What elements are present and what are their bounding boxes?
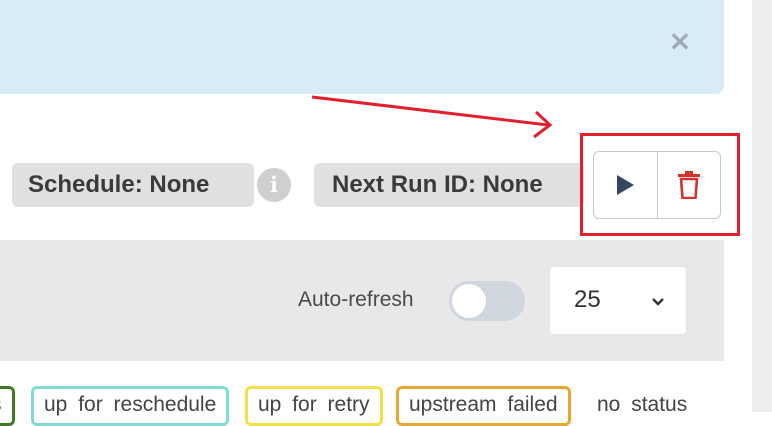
play-icon	[617, 175, 635, 195]
toggle-knob	[452, 284, 486, 318]
page-scrollbar-track[interactable]	[752, 0, 772, 412]
info-icon[interactable]: i	[257, 168, 291, 202]
auto-refresh-label: Auto-refresh	[298, 288, 414, 311]
schedule-badge: Schedule: None	[12, 163, 254, 207]
trash-icon	[677, 171, 700, 199]
delete-dag-button[interactable]	[656, 152, 721, 218]
legend-item-success[interactable]: s	[0, 386, 15, 426]
legend-item-up-for-retry[interactable]: up for retry	[245, 386, 383, 426]
next-run-badge: Next Run ID: None	[314, 163, 584, 207]
chevron-down-icon	[652, 298, 664, 306]
legend-item-upstream-failed[interactable]: upstream failed	[396, 386, 571, 426]
annotation-arrow-icon	[311, 95, 553, 139]
page-size-value: 25	[574, 286, 601, 313]
auto-refresh-toggle[interactable]	[449, 281, 525, 321]
dag-action-buttons	[593, 151, 721, 219]
legend-item-no-status[interactable]: no status	[584, 386, 700, 426]
alert-close-icon[interactable]: ×	[667, 27, 693, 55]
info-alert-banner: ×	[0, 0, 724, 94]
legend-item-up-for-reschedule[interactable]: up for reschedule	[31, 386, 230, 426]
page-size-select[interactable]: 25	[549, 266, 687, 335]
trigger-dag-button[interactable]	[594, 152, 657, 218]
